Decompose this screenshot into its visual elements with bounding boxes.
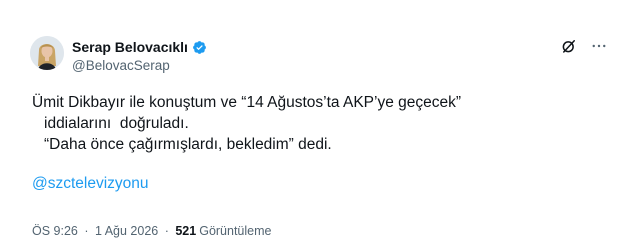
- more-options-icon[interactable]: [590, 37, 608, 55]
- mention-link[interactable]: @szctelevizyonu: [32, 173, 461, 194]
- tweet-card: Serap Belovacıklı @BelovacSerap Ümit Dik…: [0, 0, 642, 252]
- author-handle[interactable]: @BelovacSerap: [72, 58, 170, 73]
- tweet-time[interactable]: ÖS 9:26: [32, 224, 78, 238]
- meta-separator: ·: [80, 224, 92, 238]
- meta-separator: ·: [161, 224, 173, 238]
- author-name-row: Serap Belovacıklı: [72, 38, 207, 56]
- author-display-name[interactable]: Serap Belovacıklı: [72, 39, 188, 55]
- tweet-date[interactable]: 1 Ağu 2026: [95, 224, 158, 238]
- tweet-top-actions: [560, 36, 608, 56]
- views-label: Görüntüleme: [199, 224, 272, 238]
- views-count[interactable]: 521: [175, 224, 196, 238]
- tweet-body: Ümit Dikbayır ile konuştum ve “14 Ağusto…: [32, 92, 461, 194]
- tweet-text-line: “Daha önce çağırmışlardı, bekledim” dedi…: [44, 136, 332, 153]
- tweet-text-line: Ümit Dikbayır ile konuştum ve “14 Ağusto…: [32, 94, 462, 111]
- avatar[interactable]: [30, 36, 64, 70]
- verified-badge-icon[interactable]: [192, 40, 207, 55]
- tweet-meta: ÖS 9:26 · 1 Ağu 2026 · 521 Görüntüleme: [32, 224, 271, 238]
- tweet-text-line: iddialarını doğruladı.: [44, 115, 189, 132]
- grok-icon[interactable]: [560, 37, 578, 55]
- avatar-image: [30, 36, 64, 70]
